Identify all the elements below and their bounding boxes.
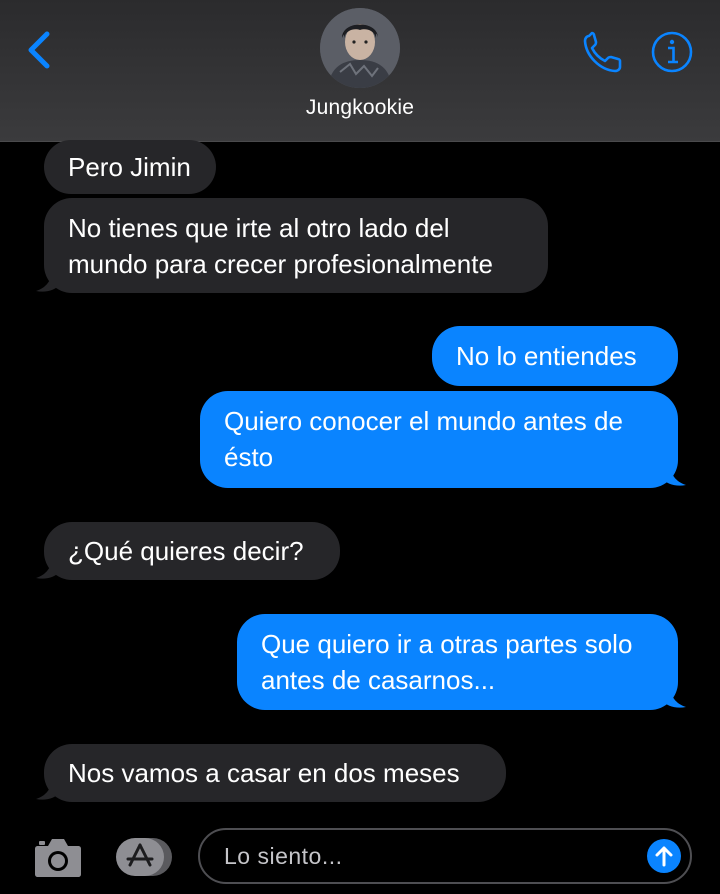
incoming-message[interactable]: Pero Jimin (44, 140, 216, 194)
camera-icon (35, 839, 81, 877)
message-line: Pero Jimin (68, 152, 191, 182)
message-line: No tienes que irte al otro lado del (68, 213, 450, 243)
incoming-message[interactable]: Nos vamos a casar en dos meses (44, 744, 506, 802)
message-line: Que quiero ir a otras partes solo (261, 629, 633, 659)
incoming-message[interactable]: No tienes que irte al otro lado del mund… (44, 198, 548, 293)
avatar-photo (320, 8, 400, 88)
chevron-left-icon (28, 31, 50, 69)
message-line: Quiero conocer el mundo antes de (224, 406, 623, 436)
message-line: ¿Qué quieres decir? (68, 536, 304, 566)
info-button[interactable] (650, 30, 694, 74)
info-icon (651, 31, 693, 73)
send-arrow-up-icon (655, 846, 673, 867)
message-input-text[interactable]: Lo siento... (224, 843, 343, 870)
conversation-header: Jungkookie (0, 0, 720, 142)
message-line: No lo entiendes (456, 341, 637, 371)
send-button[interactable] (647, 839, 681, 873)
message-line: mundo para crecer profesionalmente (68, 249, 493, 279)
app-store-icon (116, 838, 172, 876)
message-composer: Lo siento... (0, 818, 720, 894)
message-line: ésto (224, 442, 274, 472)
incoming-message[interactable]: ¿Qué quieres decir? (44, 522, 340, 580)
camera-button[interactable] (34, 836, 82, 880)
outgoing-message[interactable]: Que quiero ir a otras partes solo antes … (237, 614, 678, 710)
outgoing-message[interactable]: No lo entiendes (432, 326, 678, 386)
contact-avatar[interactable] (320, 8, 400, 88)
message-line: antes de casarnos... (261, 665, 496, 695)
message-input[interactable]: Lo siento... (198, 828, 692, 884)
outgoing-message[interactable]: Quiero conocer el mundo antes de ésto (200, 391, 678, 488)
call-button[interactable] (580, 30, 626, 76)
message-line: Nos vamos a casar en dos meses (68, 758, 460, 788)
phone-icon (583, 31, 622, 73)
contact-name[interactable]: Jungkookie (0, 96, 720, 120)
back-button[interactable] (20, 28, 56, 72)
app-store-button[interactable] (114, 836, 174, 878)
